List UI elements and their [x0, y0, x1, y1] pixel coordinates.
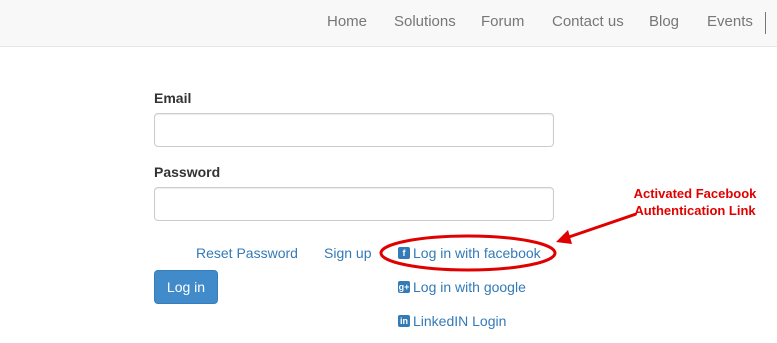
sign-up-link[interactable]: Sign up — [324, 245, 371, 261]
reset-password-link[interactable]: Reset Password — [196, 245, 298, 261]
google-login-label: Log in with google — [413, 279, 526, 295]
password-field[interactable] — [154, 187, 554, 221]
google-login-link[interactable]: g+ Log in with google — [398, 279, 526, 295]
annotation-line-2: Authentication Link — [634, 203, 756, 218]
google-plus-icon: g+ — [398, 281, 410, 293]
nav-item-forum[interactable]: Forum — [481, 13, 524, 30]
password-label: Password — [154, 164, 221, 180]
nav-item-events[interactable]: Events — [707, 13, 753, 30]
top-navbar: Home Solutions Forum Contact us Blog Eve… — [0, 0, 777, 47]
login-button[interactable]: Log in — [154, 270, 218, 304]
facebook-icon: f — [398, 247, 410, 259]
email-field[interactable] — [154, 113, 554, 147]
nav-item-solutions[interactable]: Solutions — [394, 13, 456, 30]
facebook-login-label: Log in with facebook — [413, 245, 541, 261]
linkedin-login-label: LinkedIN Login — [413, 313, 507, 329]
annotation-arrow-head — [556, 230, 572, 244]
annotation-callout: Activated Facebook Authentication Link — [617, 185, 773, 219]
annotation-overlay — [379, 212, 637, 272]
nav-divider — [765, 12, 766, 34]
linkedin-icon: in — [398, 315, 410, 327]
nav-item-blog[interactable]: Blog — [649, 13, 679, 30]
nav-item-contact-us[interactable]: Contact us — [552, 13, 624, 30]
nav-item-home[interactable]: Home — [327, 13, 367, 30]
email-label: Email — [154, 90, 192, 106]
annotation-line-1: Activated Facebook — [633, 186, 757, 201]
facebook-login-link[interactable]: f Log in with facebook — [398, 245, 541, 261]
linkedin-login-link[interactable]: in LinkedIN Login — [398, 313, 506, 329]
